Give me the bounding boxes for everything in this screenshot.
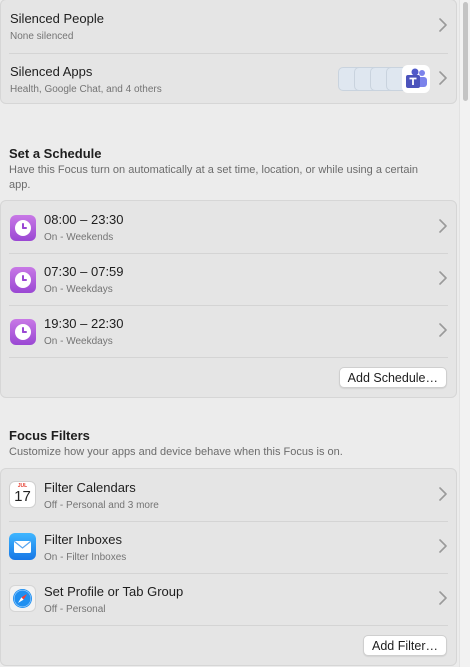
chevron-right-icon bbox=[439, 591, 447, 605]
chevron-right-icon bbox=[439, 323, 447, 337]
silenced-apps-row[interactable]: Silenced Apps Health, Google Chat, and 4… bbox=[1, 53, 456, 105]
chevron-right-icon bbox=[439, 539, 447, 553]
filter-row[interactable]: Set Profile or Tab Group Off - Personal bbox=[1, 573, 456, 625]
clock-icon bbox=[10, 319, 36, 345]
filters-card: JUL 17 Filter Calendars Off - Personal a… bbox=[0, 468, 457, 666]
divider bbox=[9, 625, 448, 626]
filter-title: Filter Inboxes bbox=[44, 532, 123, 547]
filter-detail: Off - Personal and 3 more bbox=[44, 500, 159, 511]
filter-title: Filter Calendars bbox=[44, 480, 136, 495]
schedule-detail: On - Weekdays bbox=[44, 284, 113, 295]
schedule-row[interactable]: 07:30 – 07:59 On - Weekdays bbox=[1, 253, 456, 305]
scrollbar[interactable] bbox=[459, 0, 470, 667]
silenced-card: Silenced People None silenced Silenced A… bbox=[0, 0, 457, 104]
silenced-app-icons bbox=[338, 63, 430, 93]
add-schedule-button[interactable]: Add Schedule… bbox=[338, 367, 447, 388]
filter-detail: On - Filter Inboxes bbox=[44, 552, 127, 563]
silenced-apps-title: Silenced Apps bbox=[10, 64, 93, 79]
chevron-right-icon bbox=[439, 271, 447, 285]
chevron-right-icon bbox=[439, 18, 447, 32]
add-filter-button[interactable]: Add Filter… bbox=[363, 635, 447, 656]
schedule-detail: On - Weekends bbox=[44, 232, 114, 243]
silenced-people-subtitle: None silenced bbox=[10, 31, 74, 42]
divider bbox=[9, 357, 448, 358]
silenced-apps-subtitle: Health, Google Chat, and 4 others bbox=[10, 84, 162, 95]
calendar-icon: JUL 17 bbox=[9, 481, 36, 508]
schedule-time: 19:30 – 22:30 bbox=[44, 316, 124, 331]
filters-heading: Focus Filters bbox=[9, 428, 90, 443]
clock-icon bbox=[10, 215, 36, 241]
mail-icon bbox=[9, 533, 36, 560]
filter-title: Set Profile or Tab Group bbox=[44, 584, 184, 599]
chevron-right-icon bbox=[439, 219, 447, 233]
schedule-detail: On - Weekdays bbox=[44, 336, 113, 347]
schedule-time: 08:00 – 23:30 bbox=[44, 212, 124, 227]
chevron-right-icon bbox=[439, 71, 447, 85]
clock-icon bbox=[10, 267, 36, 293]
teams-icon bbox=[402, 65, 430, 93]
filter-detail: Off - Personal bbox=[44, 604, 106, 615]
scrollbar-thumb[interactable] bbox=[463, 2, 468, 101]
schedule-heading: Set a Schedule bbox=[9, 146, 102, 161]
silenced-people-title: Silenced People bbox=[10, 11, 104, 26]
schedule-card: 08:00 – 23:30 On - Weekends 07:30 – 07:5… bbox=[0, 200, 457, 398]
schedule-row[interactable]: 19:30 – 22:30 On - Weekdays bbox=[1, 305, 456, 357]
filter-row[interactable]: Filter Inboxes On - Filter Inboxes bbox=[1, 521, 456, 573]
schedule-time: 07:30 – 07:59 bbox=[44, 264, 124, 279]
chevron-right-icon bbox=[439, 487, 447, 501]
schedule-row[interactable]: 08:00 – 23:30 On - Weekends bbox=[1, 201, 456, 253]
schedule-description: Have this Focus turn on automatically at… bbox=[9, 164, 419, 191]
filters-description: Customize how your apps and device behav… bbox=[9, 446, 343, 458]
safari-icon bbox=[9, 585, 36, 612]
silenced-people-row[interactable]: Silenced People None silenced bbox=[1, 0, 456, 52]
filter-row[interactable]: JUL 17 Filter Calendars Off - Personal a… bbox=[1, 469, 456, 521]
